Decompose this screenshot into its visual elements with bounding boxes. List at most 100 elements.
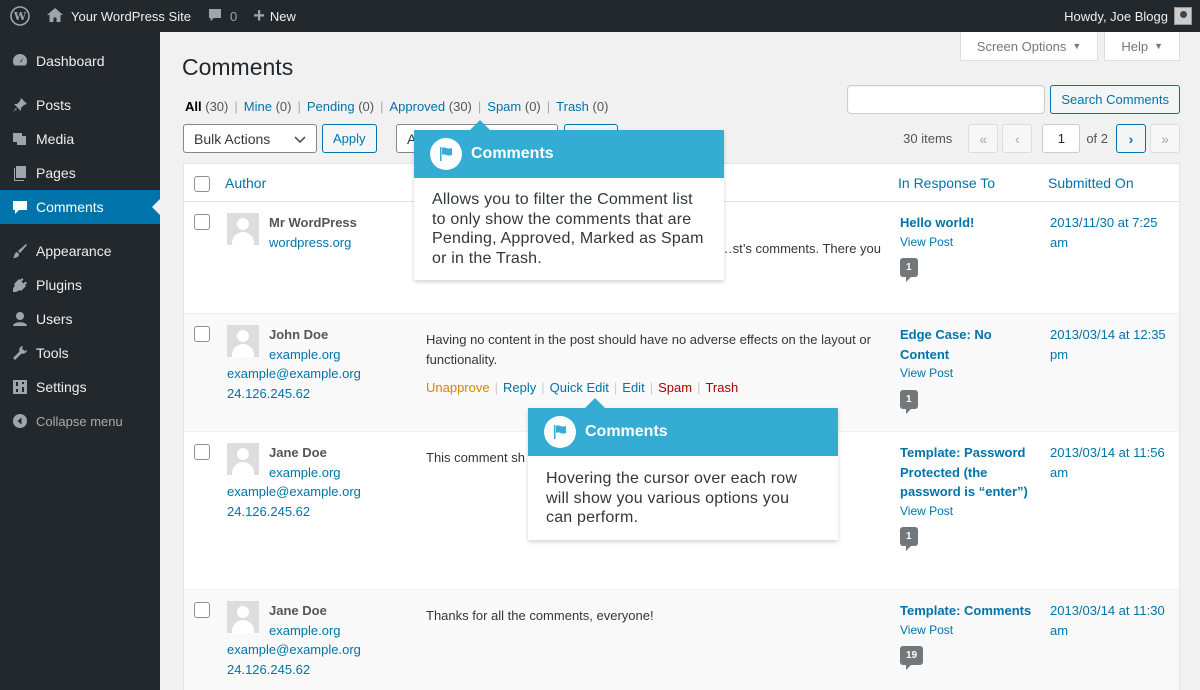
main-content: Screen Options ▼ Help ▼ Comments All (30… <box>160 32 1200 690</box>
search-comments-button[interactable]: Search Comments <box>1050 85 1180 114</box>
first-page-button[interactable]: « <box>968 124 999 153</box>
filter-approved[interactable]: Approved <box>389 99 445 114</box>
dashboard-icon <box>10 51 30 71</box>
current-page-input[interactable]: 1 <box>1042 124 1081 153</box>
author-email[interactable]: example@example.org <box>227 484 361 499</box>
search-input[interactable] <box>847 85 1046 114</box>
author-url[interactable]: wordpress.org <box>269 235 351 250</box>
collapse-menu-button[interactable]: Collapse menu <box>0 404 160 438</box>
filter-pending[interactable]: Pending <box>307 99 355 114</box>
submitted-date[interactable]: 2013/03/14 at 11:30 am <box>1050 601 1175 641</box>
row-checkbox[interactable] <box>194 444 210 460</box>
author-name: John Doe <box>269 327 329 342</box>
row-checkbox[interactable] <box>194 602 210 618</box>
sidebar-item-dashboard[interactable]: Dashboard <box>0 44 160 78</box>
separator: | <box>649 380 654 395</box>
sidebar-item-appearance[interactable]: Appearance <box>0 234 160 268</box>
bulk-actions-select[interactable]: Bulk Actions <box>183 124 317 153</box>
author-url[interactable]: example.org <box>269 465 341 480</box>
quick-edit-link[interactable]: Quick Edit <box>550 380 609 395</box>
view-post-link[interactable]: View Post <box>900 621 1040 641</box>
filter-count: (0) <box>358 99 375 114</box>
post-title-link[interactable]: Hello world! <box>900 213 1040 233</box>
new-content-link[interactable]: + New <box>245 0 304 32</box>
author-column-header[interactable]: Author <box>225 175 266 191</box>
sidebar-item-plugins[interactable]: Plugins <box>0 268 160 302</box>
help-button[interactable]: Help ▼ <box>1104 32 1180 61</box>
sidebar-item-users[interactable]: Users <box>0 302 160 336</box>
submitted-date[interactable]: 2013/03/14 at 11:56 am <box>1050 443 1175 483</box>
select-all-checkbox[interactable] <box>194 176 210 192</box>
filter-spam[interactable]: Spam <box>487 99 521 114</box>
post-title-link[interactable]: Edge Case: No Content <box>900 325 1040 364</box>
row-checkbox[interactable] <box>194 326 210 342</box>
comment-count-bubble[interactable]: 19 <box>900 646 924 670</box>
view-post-link[interactable]: View Post <box>900 364 1040 384</box>
post-title-link[interactable]: Template: Password Protected (the passwo… <box>900 443 1040 502</box>
filter-trash[interactable]: Trash <box>556 99 589 114</box>
sidebar-item-posts[interactable]: Posts <box>0 88 160 122</box>
sidebar-item-label: Pages <box>36 165 76 181</box>
sidebar-item-media[interactable]: Media <box>0 122 160 156</box>
sidebar-item-label: Plugins <box>36 277 82 293</box>
submitted-date[interactable]: 2013/03/14 at 12:35 pm <box>1050 325 1175 365</box>
site-name-link[interactable]: Your WordPress Site <box>38 0 199 32</box>
sidebar-item-label: Comments <box>36 199 104 215</box>
filter-count: (0) <box>524 99 541 114</box>
row-checkbox[interactable] <box>194 214 210 230</box>
author-ip[interactable]: 24.126.245.62 <box>227 662 310 677</box>
flag-icon <box>430 138 462 170</box>
sidebar-item-settings[interactable]: Settings <box>0 370 160 404</box>
author-url[interactable]: example.org <box>269 347 341 362</box>
comment-count-bubble[interactable]: 1 <box>900 389 918 414</box>
sidebar-item-label: Media <box>36 131 75 147</box>
author-email[interactable]: example@example.org <box>227 642 361 657</box>
site-name: Your WordPress Site <box>71 8 191 24</box>
author-ip[interactable]: 24.126.245.62 <box>227 386 310 401</box>
filter-mine[interactable]: Mine <box>244 99 272 114</box>
trash-link[interactable]: Trash <box>705 380 738 395</box>
author-name: Jane Doe <box>269 603 327 618</box>
filter-all[interactable]: All <box>185 99 202 114</box>
view-post-link[interactable]: View Post <box>900 502 1040 522</box>
sidebar-item-comments[interactable]: Comments <box>0 190 160 224</box>
apply-button[interactable]: Apply <box>322 124 377 153</box>
greeting: Howdy, Joe Blogg <box>1064 8 1168 24</box>
submitted-on-column-header[interactable]: Submitted On <box>1048 175 1134 191</box>
sidebar-item-label: Posts <box>36 97 72 113</box>
prev-page-button[interactable]: ‹ <box>1002 124 1033 153</box>
edit-link[interactable]: Edit <box>622 380 644 395</box>
last-page-button[interactable]: » <box>1150 124 1180 153</box>
flag-icon <box>544 416 576 448</box>
account-menu[interactable]: Howdy, Joe Blogg <box>1064 7 1200 25</box>
wordpress-logo-icon[interactable]: W <box>0 0 38 32</box>
view-post-link[interactable]: View Post <box>900 233 1040 253</box>
row-actions-tooltip: Comments Hovering the cursor over each r… <box>528 398 838 540</box>
author-url[interactable]: example.org <box>269 623 341 638</box>
comments-link[interactable]: 0 <box>199 0 245 32</box>
in-response-to: Template: Password Protected (the passwo… <box>900 443 1040 551</box>
next-page-button[interactable]: › <box>1116 124 1146 153</box>
unapprove-link[interactable]: Unapprove <box>426 380 490 395</box>
separator: | <box>613 380 618 395</box>
spam-link[interactable]: Spam <box>658 380 692 395</box>
author-ip[interactable]: 24.126.245.62 <box>227 504 310 519</box>
user-avatar <box>1174 7 1192 25</box>
submitted-date[interactable]: 2013/11/30 at 7:25 am <box>1050 213 1175 253</box>
tooltip-title: Comments <box>471 145 554 162</box>
reply-link[interactable]: Reply <box>503 380 536 395</box>
comment-count-bubble[interactable]: 1 <box>900 258 918 282</box>
filter-count: (0) <box>592 99 609 114</box>
sidebar-item-pages[interactable]: Pages <box>0 156 160 190</box>
page-title: Comments <box>182 54 294 80</box>
screen-options-button[interactable]: Screen Options ▼ <box>959 32 1099 61</box>
author-contact: example@example.org 24.126.245.62 <box>227 364 361 403</box>
help-label: Help <box>1121 38 1149 54</box>
admin-bar: W Your WordPress Site 0 + New Howdy, Joe… <box>0 0 1200 32</box>
comment-count-bubble[interactable]: 1 <box>900 527 918 551</box>
post-title-link[interactable]: Template: Comments <box>900 601 1040 621</box>
author-email[interactable]: example@example.org <box>227 366 361 381</box>
author-name: Mr WordPress <box>269 215 357 230</box>
sidebar-item-tools[interactable]: Tools <box>0 336 160 370</box>
in-response-to-column-header[interactable]: In Response To <box>898 175 995 191</box>
